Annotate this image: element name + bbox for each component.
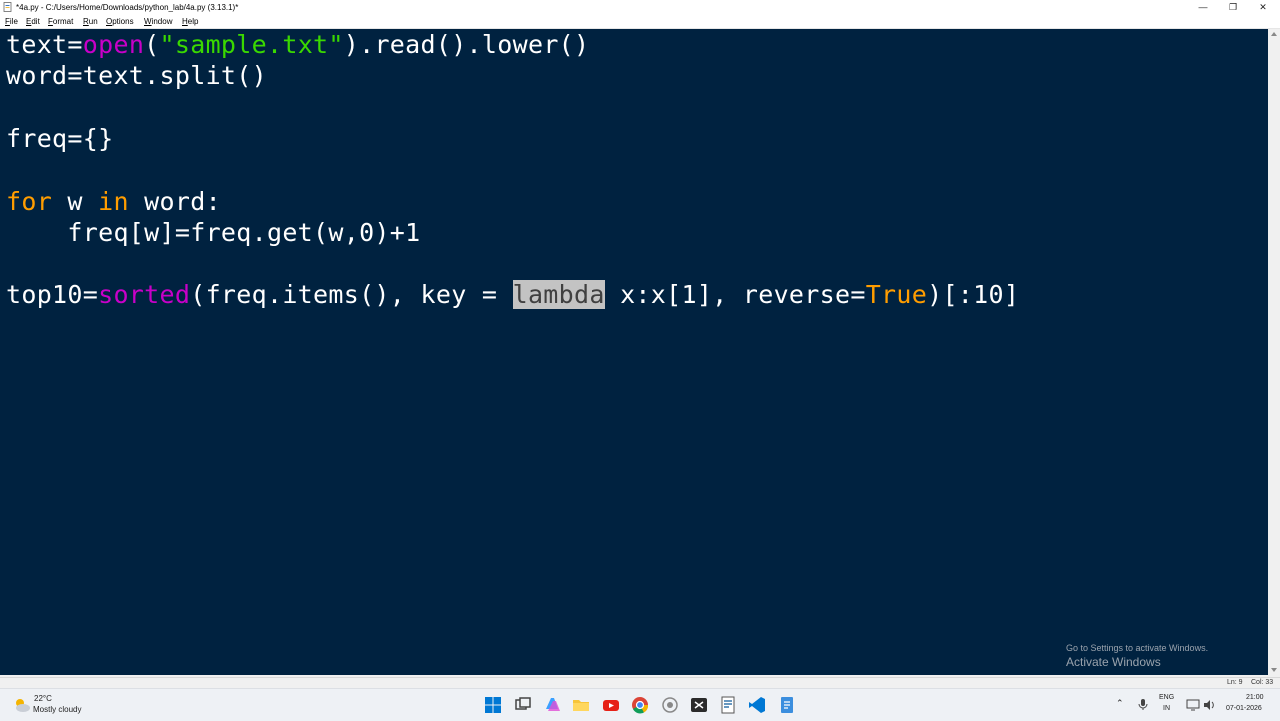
weather-icon[interactable] [12,695,32,715]
scroll-up-icon[interactable] [1271,32,1277,36]
language-region: IN [1163,705,1170,712]
status-bar: Ln: 9 Col: 33 [0,677,1280,688]
scroll-down-icon[interactable] [1271,668,1277,672]
code-token: text= [6,30,83,59]
idle-python-icon[interactable] [718,695,738,715]
keyword-token: True [865,280,928,309]
weather-temperature: 22°C [34,694,52,703]
activate-windows-subtitle: Go to Settings to activate Windows. [1066,643,1209,653]
windows-start-icon[interactable] [483,695,503,715]
maximize-button[interactable]: ❐ [1218,0,1248,15]
notepad-icon[interactable] [777,695,797,715]
menu-window[interactable]: Window [144,16,172,27]
menu-file[interactable]: File [5,16,18,27]
volume-icon[interactable] [1202,698,1216,712]
code-token: top10= [6,280,99,309]
menu-run[interactable]: Run [83,16,98,27]
taskbar: 22°C Mostly cloudy ⌃ ENG IN 21:00 07-01-… [0,688,1280,721]
clock-date[interactable]: 07-01-2026 [1226,705,1262,712]
display-icon[interactable] [1186,698,1200,712]
menu-bar: File Edit Format Run Options Window Help [0,15,1280,29]
close-button[interactable]: ✕ [1248,0,1278,15]
title-bar: *4a.py - C:/Users/Home/Downloads/python_… [0,0,1280,15]
task-view-icon[interactable] [513,695,533,715]
line-number: Ln: 9 [1227,679,1243,686]
keyword-token: for [6,187,53,216]
vscode-icon[interactable] [747,695,767,715]
code-line-6: for w in word: [6,187,221,217]
code-editor[interactable]: text=open("sample.txt").read().lower() w… [0,29,1268,675]
selected-text[interactable]: lambda [512,280,605,309]
chrome-alt-icon[interactable] [660,695,680,715]
microphone-icon[interactable] [1136,697,1150,711]
code-token: w [52,187,99,216]
code-token: (freq.items(), key = [190,280,513,309]
youtube-icon[interactable] [601,695,621,715]
file-explorer-icon[interactable] [571,695,591,715]
snipping-tool-icon[interactable] [689,695,709,715]
code-line-2: word=text.split() [6,61,267,90]
chevron-up-icon[interactable]: ⌃ [1116,698,1124,709]
code-token: ).read().lower() [343,30,590,59]
weather-condition: Mostly cloudy [33,705,82,714]
code-token: x:x[1], reverse= [604,280,866,309]
code-token: ( [144,30,160,59]
menu-format[interactable]: Format [48,16,73,27]
language-indicator[interactable]: ENG [1159,694,1174,701]
menu-edit[interactable]: Edit [26,16,40,27]
window-title: *4a.py - C:/Users/Home/Downloads/python_… [16,3,239,12]
copilot-icon[interactable] [542,695,562,715]
keyword-token: in [98,187,129,216]
builtin-token: open [82,30,145,59]
clock-time[interactable]: 21:00 [1246,694,1264,701]
code-token: word: [128,187,221,216]
builtin-token: sorted [98,280,191,309]
idle-file-icon [3,2,12,12]
column-number: Col: 33 [1251,679,1274,686]
menu-help[interactable]: Help [182,16,198,27]
chrome-icon[interactable] [630,695,650,715]
string-token: "sample.txt" [159,30,344,59]
code-line-1: text=open("sample.txt").read().lower() [6,30,589,60]
code-token: )[:10] [927,280,1020,309]
menu-options[interactable]: Options [106,16,134,27]
code-line-4: freq={} [6,124,114,153]
minimize-button[interactable]: — [1188,0,1218,15]
code-line-7: freq[w]=freq.get(w,0)+1 [6,218,421,247]
code-line-9: top10=sorted(freq.items(), key = lambda … [6,280,1019,310]
activate-windows-title: Activate Windows [1066,655,1161,669]
vertical-scrollbar[interactable] [1268,29,1280,675]
